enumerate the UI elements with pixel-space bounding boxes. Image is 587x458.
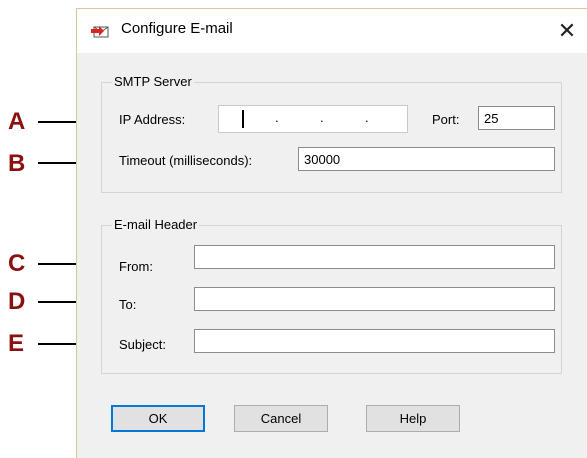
callout-e: E xyxy=(8,330,25,357)
from-label: From: xyxy=(119,259,153,274)
callout-b: B xyxy=(8,150,26,177)
dialog-title: Configure E-mail xyxy=(121,20,233,37)
port-label: Port: xyxy=(432,112,460,127)
subject-input[interactable] xyxy=(194,329,555,353)
callout-d: D xyxy=(8,288,26,315)
close-button[interactable]: ✕ xyxy=(547,9,587,53)
title-bar: Configure E-mail ✕ xyxy=(77,9,587,53)
callout-c: C xyxy=(8,250,26,277)
ip-address-label: IP Address: xyxy=(119,112,186,127)
from-input[interactable] xyxy=(194,245,555,269)
ok-button[interactable]: OK xyxy=(111,405,205,432)
subject-label: Subject: xyxy=(119,337,166,352)
smtp-group-title: SMTP Server xyxy=(112,74,194,89)
email-header-group-title: E-mail Header xyxy=(112,217,200,232)
ip-address-input[interactable]: . . . xyxy=(218,105,408,133)
ip-dot-1: . xyxy=(275,110,279,125)
cancel-button[interactable]: Cancel xyxy=(234,405,328,432)
email-icon xyxy=(91,21,111,39)
to-label: To: xyxy=(119,297,137,312)
timeout-label: Timeout (milliseconds): xyxy=(119,153,253,168)
port-input[interactable] xyxy=(478,106,555,130)
ip-dot-3: . xyxy=(365,110,369,125)
callout-a: A xyxy=(8,108,26,135)
smtp-server-group: SMTP Server xyxy=(101,74,562,193)
help-button[interactable]: Help xyxy=(366,405,460,432)
text-caret xyxy=(242,110,244,128)
configure-email-dialog: Configure E-mail ✕ SMTP Server IP Addres… xyxy=(76,8,587,458)
ip-dot-2: . xyxy=(320,110,324,125)
timeout-input[interactable] xyxy=(298,147,555,171)
to-input[interactable] xyxy=(194,287,555,311)
